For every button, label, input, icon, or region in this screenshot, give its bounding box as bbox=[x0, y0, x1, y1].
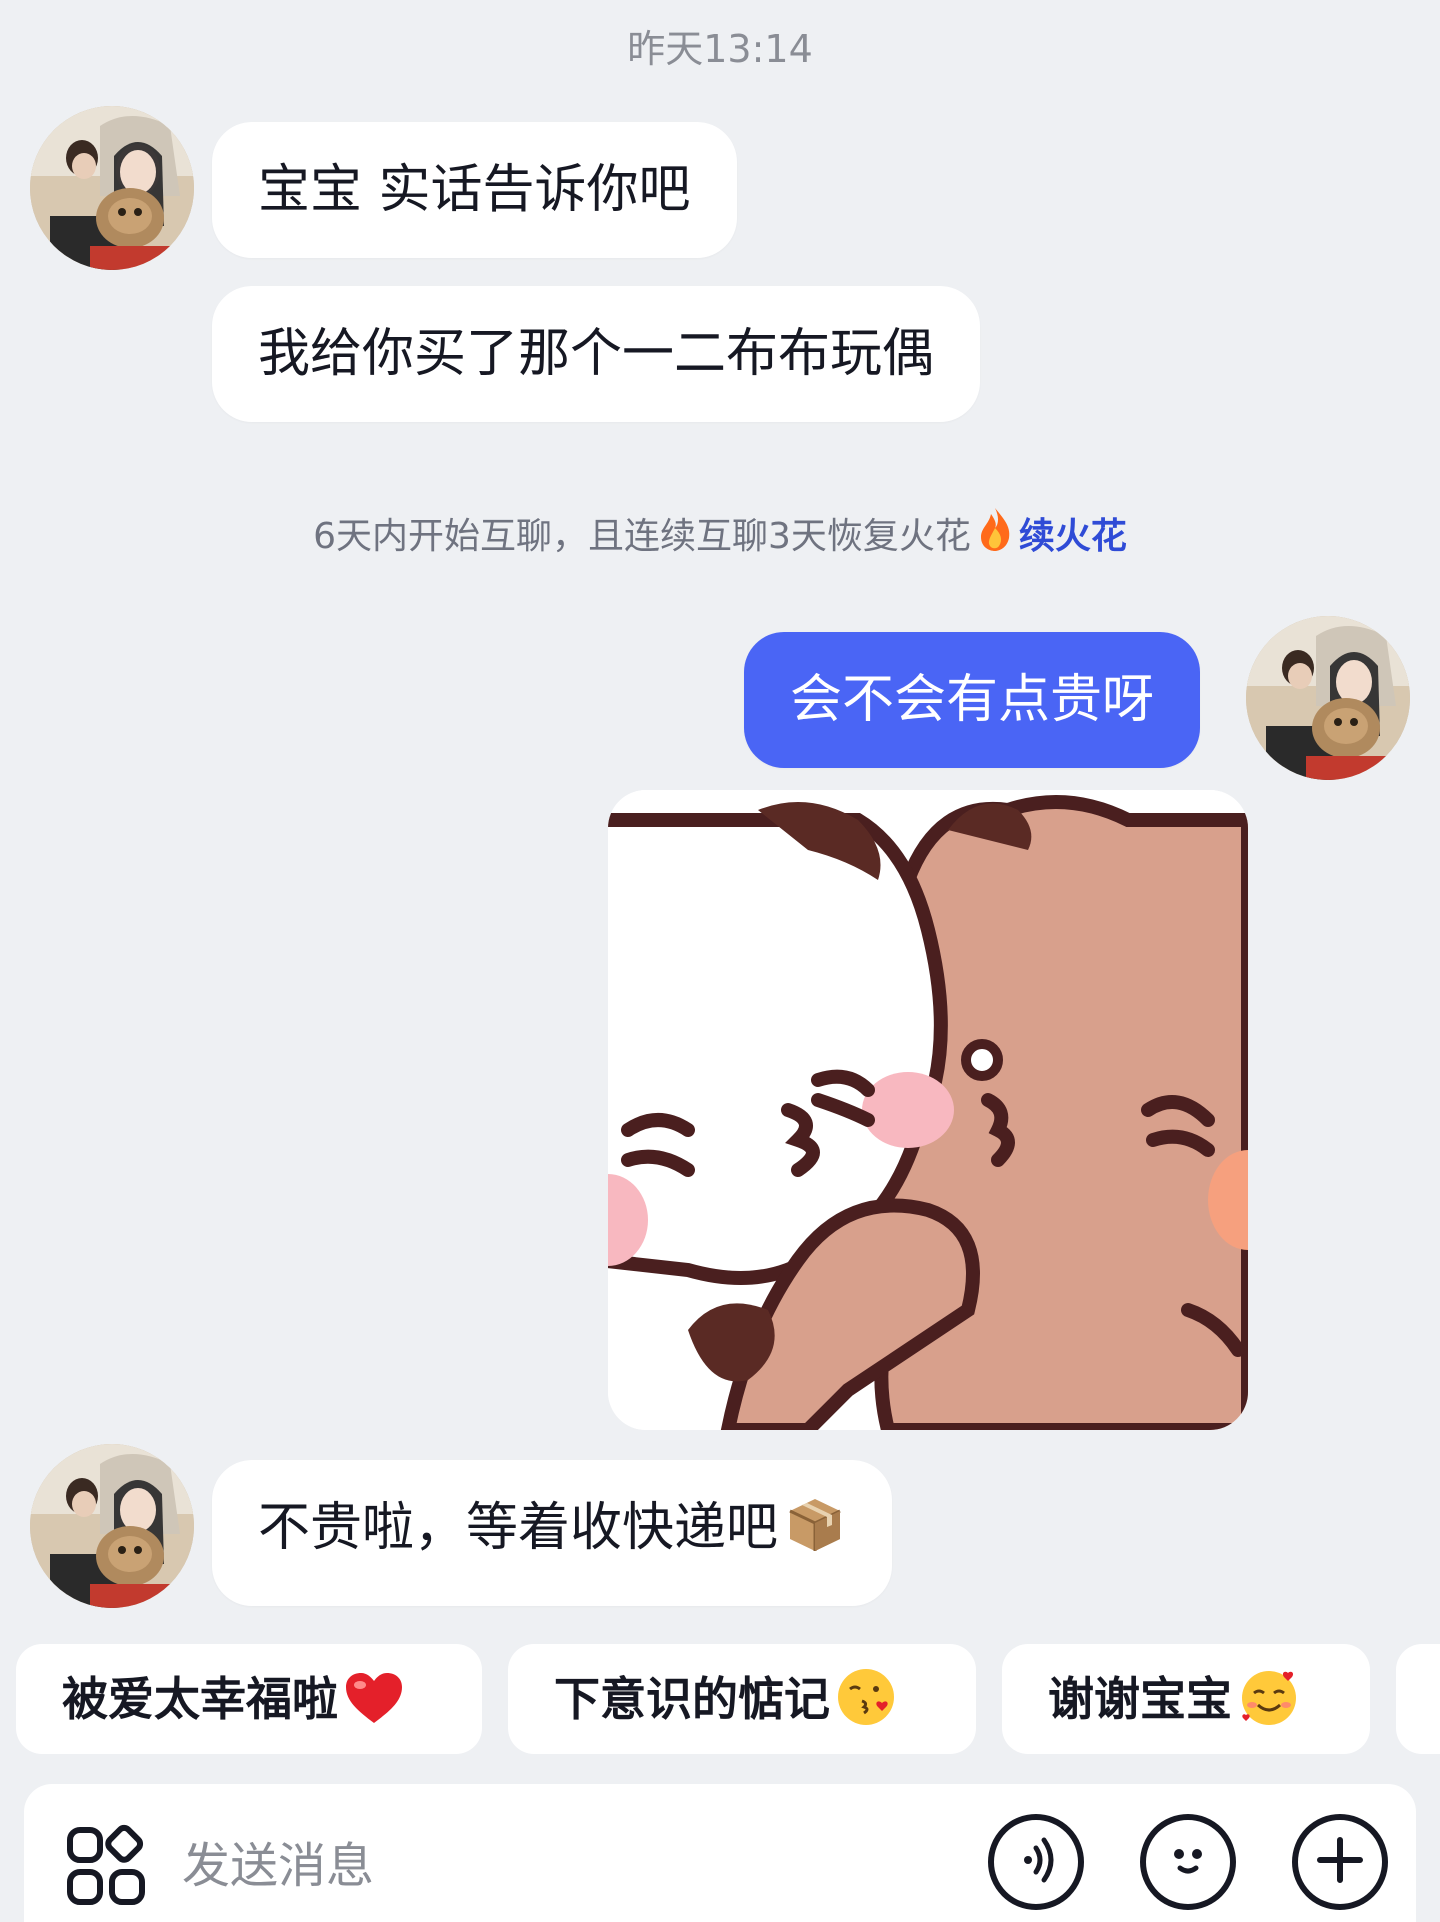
continue-spark-link[interactable]: 续火花 bbox=[1019, 516, 1127, 557]
sent-message-bubble[interactable]: 会不会有点贵呀 bbox=[744, 632, 1201, 768]
more-button[interactable] bbox=[1292, 1814, 1388, 1910]
emoji-button[interactable] bbox=[1140, 1814, 1236, 1910]
quick-reply-label: 下意识的惦记 bbox=[554, 1672, 830, 1726]
kissing-face-icon bbox=[836, 1656, 896, 1754]
spark-notice-text: 6天内开始互聊，且连续互聊3天恢复火花 bbox=[313, 516, 971, 557]
package-icon bbox=[784, 1470, 846, 1606]
received-message-bubble[interactable]: 不贵啦，等着收快递吧 bbox=[212, 1460, 893, 1606]
received-message-text: 不贵啦，等着收快递吧 bbox=[258, 1498, 779, 1558]
message-input[interactable] bbox=[182, 1824, 802, 1908]
message-input-bar bbox=[24, 1784, 1416, 1922]
my-avatar[interactable] bbox=[1246, 616, 1410, 780]
voice-icon bbox=[1008, 1832, 1064, 1892]
quick-reply-label: 谢谢宝宝 bbox=[1048, 1672, 1232, 1726]
quick-reply-label: 被爱太幸福啦 bbox=[62, 1672, 338, 1726]
received-message-bubble[interactable]: 我给你买了那个一二布布玩偶 bbox=[212, 286, 981, 422]
contact-avatar[interactable] bbox=[30, 106, 194, 270]
flame-icon bbox=[975, 506, 1015, 561]
quick-reply-chip[interactable]: 下意识的惦记 bbox=[508, 1644, 976, 1754]
quick-reply-chip[interactable]: 被爱太幸福啦 bbox=[16, 1644, 482, 1754]
voice-button[interactable] bbox=[988, 1814, 1084, 1910]
quick-reply-chip-partial[interactable] bbox=[1396, 1644, 1440, 1754]
contact-avatar[interactable] bbox=[30, 1444, 194, 1608]
message-timestamp: 昨天13:14 bbox=[627, 27, 813, 71]
kissing-bears-sticker[interactable] bbox=[608, 790, 1248, 1430]
chat-screen: 昨天13:14 宝宝 实话告诉你吧 我给你买了那个一二布布玩偶 6天内开始互聊，… bbox=[0, 0, 1440, 1922]
received-message-bubble[interactable]: 宝宝 实话告诉你吧 bbox=[212, 122, 737, 258]
apps-icon[interactable] bbox=[64, 1824, 148, 1908]
red-heart-icon bbox=[344, 1656, 404, 1754]
emoji-icon bbox=[1160, 1832, 1216, 1892]
quick-reply-chip[interactable]: 谢谢宝宝 bbox=[1002, 1644, 1370, 1754]
quick-reply-bar: 被爱太幸福啦 下意识的惦记 谢谢宝宝 bbox=[0, 1644, 1440, 1754]
spark-notice: 6天内开始互聊，且连续互聊3天恢复火花 续火花 bbox=[0, 506, 1440, 561]
plus-icon bbox=[1312, 1832, 1368, 1892]
smiling-face-with-hearts-icon bbox=[1238, 1656, 1300, 1754]
